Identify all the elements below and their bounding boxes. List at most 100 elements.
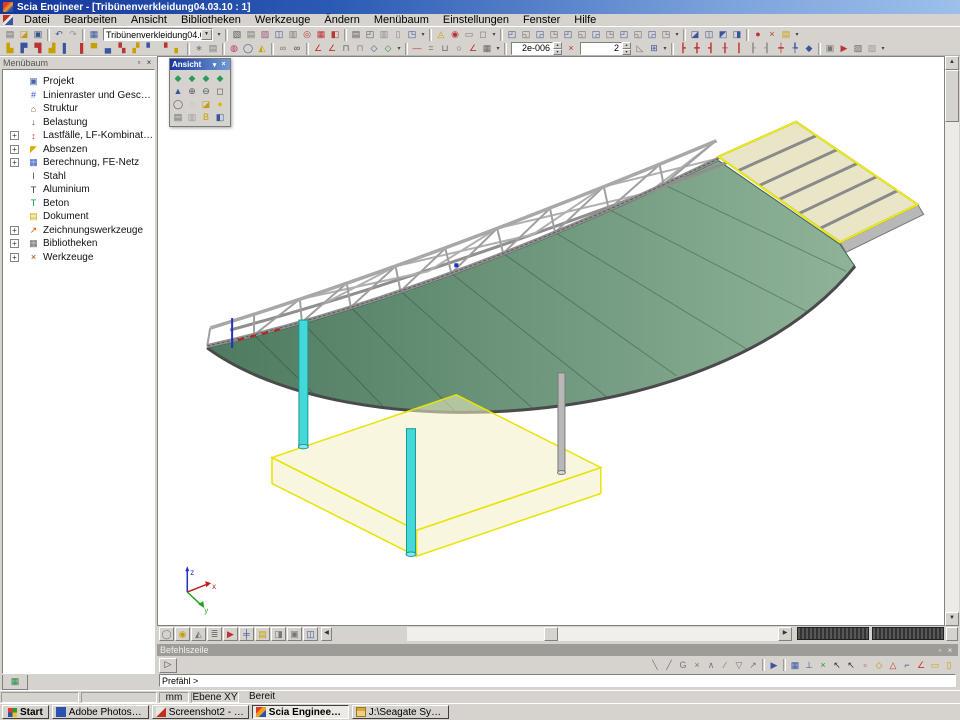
chevron-down-icon[interactable]: ▾ — [210, 61, 219, 69]
menu-hilfe[interactable]: Hilfe — [567, 14, 603, 27]
vertical-scroll-thumb[interactable] — [945, 70, 959, 122]
menu-datei[interactable]: Datei — [17, 14, 57, 27]
sidebar-item-absenzen[interactable]: +◤Absenzen — [3, 143, 154, 157]
select-angle-icon[interactable]: △ — [886, 659, 900, 672]
scroll-up-icon[interactable]: ▲ — [945, 56, 959, 70]
snap-surface-icon[interactable]: ▽ — [732, 659, 746, 672]
column-steel[interactable] — [557, 373, 565, 475]
beam-cross-icon[interactable]: ╋ — [690, 42, 704, 55]
zoom-all-icon[interactable]: ◯ — [171, 98, 185, 111]
cross-section-11-icon[interactable]: ▘ — [143, 42, 157, 55]
window-layout-1-icon[interactable]: ◰ — [505, 28, 519, 41]
toolbar-overflow-icon[interactable]: ▾ — [419, 31, 427, 38]
toolbar-overflow-icon[interactable]: ▾ — [395, 45, 403, 52]
circle-icon[interactable]: ○ — [452, 42, 466, 55]
show-hatch-icon[interactable]: ◨ — [271, 627, 286, 641]
fast-redraw-icon[interactable]: ◫ — [303, 627, 318, 641]
beam-end-icon[interactable]: ┫ — [704, 42, 718, 55]
cross-section-9-icon[interactable]: ▚ — [115, 42, 129, 55]
window-layout-8-icon[interactable]: ◳ — [603, 28, 617, 41]
select-arrow-icon[interactable]: ↖ — [830, 659, 844, 672]
snap-intersection-icon[interactable]: × — [690, 659, 704, 672]
command-input[interactable] — [159, 674, 956, 687]
beam-right-icon[interactable]: ┨ — [760, 42, 774, 55]
window-layout-9-icon[interactable]: ◰ — [617, 28, 631, 41]
navigate-icon[interactable]: ▲ — [171, 85, 185, 98]
cross-section-6-icon[interactable]: ▐ — [73, 42, 87, 55]
animation-icon[interactable]: ▶ — [837, 42, 851, 55]
cross-section-7-icon[interactable]: ▀ — [87, 42, 101, 55]
sidebar-item-lastfaelle[interactable]: +↕Lastfälle, LF-Kombinationen — [3, 129, 154, 143]
horizontal-scroll-thumb[interactable] — [544, 627, 558, 641]
status-plane[interactable]: Ebene XY — [191, 692, 239, 703]
close-icon[interactable]: × — [219, 61, 228, 68]
polyline-icon[interactable]: ⊔ — [438, 42, 452, 55]
copy-view-icon[interactable]: ▥ — [185, 111, 199, 124]
cross-section-5-icon[interactable]: ▌ — [59, 42, 73, 55]
split-view-icon[interactable]: ◫ — [272, 28, 286, 41]
column-cyan-2[interactable] — [406, 429, 416, 557]
open-view-icon[interactable]: ◪ — [199, 98, 213, 111]
count-spinner[interactable]: 2 ▴▾ — [580, 42, 631, 55]
print-icon[interactable]: ▤ — [349, 28, 363, 41]
toolbar-overflow-icon[interactable]: ▾ — [793, 31, 801, 38]
zoom-in-icon[interactable]: ⊕ — [185, 85, 199, 98]
select-band-icon[interactable]: ▯ — [942, 659, 956, 672]
document-system-icon[interactable] — [3, 15, 13, 25]
menu-einstellungen[interactable]: Einstellungen — [436, 14, 516, 27]
menu-ansicht[interactable]: Ansicht — [124, 14, 174, 27]
table-icon[interactable]: ▦ — [314, 28, 328, 41]
task-photoshop[interactable]: Adobe Photoshop CS3 E... — [52, 705, 149, 719]
close-icon[interactable]: × — [945, 646, 955, 655]
expand-icon[interactable]: + — [10, 239, 19, 248]
scroll-down-icon[interactable]: ▼ — [945, 612, 959, 626]
select-corner-icon[interactable]: ⌐ — [900, 659, 914, 672]
hatch-a-icon[interactable]: ▨ — [851, 42, 865, 55]
open-project-icon[interactable]: ◪ — [17, 28, 31, 41]
show-supports-icon[interactable]: ╪ — [239, 627, 254, 641]
wireframe-mode-icon[interactable]: ◯ — [159, 627, 174, 641]
light-icon[interactable]: ● — [213, 98, 227, 111]
horizontal-scroll-track[interactable] — [407, 627, 778, 641]
sidebar-item-berechnung[interactable]: +▦Berechnung, FE-Netz — [3, 156, 154, 170]
select-strip-icon[interactable]: ▭ — [928, 659, 942, 672]
title-bar[interactable]: Scia Engineer - [Tribünenverkleidung04.0… — [0, 0, 960, 14]
toolbar-overflow-icon[interactable]: ▾ — [490, 31, 498, 38]
cross-section-10-icon[interactable]: ▞ — [129, 42, 143, 55]
view-palette-titlebar[interactable]: Ansicht ▾ × — [170, 59, 230, 70]
view-top-icon[interactable]: ◆ — [171, 72, 185, 85]
sidebar-item-stahl[interactable]: IStahl — [3, 170, 154, 184]
sidebar-item-projekt[interactable]: ▣Projekt — [3, 75, 154, 89]
expand-icon[interactable]: + — [10, 145, 19, 154]
snap-peak-icon[interactable]: ∧ — [704, 659, 718, 672]
cross-section-8-icon[interactable]: ▄ — [101, 42, 115, 55]
menu-fenster[interactable]: Fenster — [516, 14, 567, 27]
beam-point-icon[interactable]: ◆ — [802, 42, 816, 55]
project-manager-icon[interactable]: ▦ — [87, 28, 101, 41]
snap-endpoint-icon[interactable]: ╲ — [648, 659, 662, 672]
window-layout-3-icon[interactable]: ◲ — [533, 28, 547, 41]
ruler-icon[interactable]: ▭ — [462, 28, 476, 41]
sidebar-item-aluminium[interactable]: TAluminium — [3, 183, 154, 197]
zoom-box-icon[interactable]: ◻ — [213, 85, 227, 98]
status-unit[interactable]: mm — [159, 692, 189, 703]
scale-icon[interactable]: ◇ — [381, 42, 395, 55]
close-icon[interactable]: × — [144, 58, 154, 67]
window-layout-2-icon[interactable]: ◱ — [519, 28, 533, 41]
line-icon[interactable]: — — [410, 42, 424, 55]
print-view-icon[interactable]: ▤ — [171, 111, 185, 124]
grip-bar-1[interactable] — [797, 627, 869, 640]
show-names-icon[interactable]: ▣ — [287, 627, 302, 641]
hatch-b-icon[interactable]: ▨ — [865, 42, 879, 55]
beam-corner-icon[interactable]: ╄ — [788, 42, 802, 55]
find-icon[interactable]: ◉ — [448, 28, 462, 41]
new-project-icon[interactable]: ▤ — [3, 28, 17, 41]
zoom-extent-icon[interactable]: ◯ — [241, 42, 255, 55]
zoom-previous-icon[interactable]: ◌ — [185, 98, 199, 111]
move-icon[interactable]: ⊓ — [353, 42, 367, 55]
scale-spinner[interactable]: 2e-006 ▴▾ — [511, 42, 562, 55]
beam-insert-icon[interactable]: ┣ — [676, 42, 690, 55]
beam-left-icon[interactable]: ┠ — [746, 42, 760, 55]
vertical-scrollbar[interactable]: ▲ ▼ — [945, 56, 959, 626]
sidebar-item-struktur[interactable]: ⌂Struktur — [3, 102, 154, 116]
